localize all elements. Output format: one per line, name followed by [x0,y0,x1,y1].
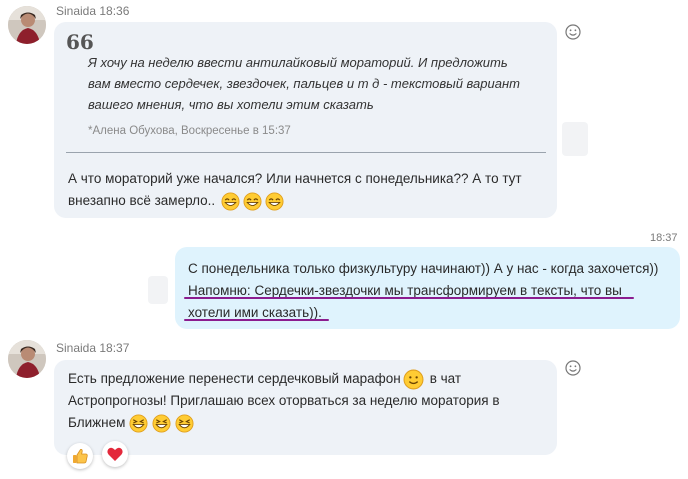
message-text: Есть предложение перенести сердечковый м… [68,368,553,434]
laughing-emoji-icon [175,413,194,433]
thumbs-up-reaction[interactable] [67,443,93,469]
add-reaction-smile-icon[interactable] [565,360,581,381]
thumbs-up-icon [73,449,88,464]
message-line: Есть предложение перенести сердечковый м… [68,368,553,390]
quote-icon: 66 [66,30,94,54]
heart-reaction[interactable] [102,441,128,467]
heart-icon [107,447,123,461]
add-reaction-smile-icon[interactable] [565,24,581,45]
smiling-emoji-icon [403,369,424,389]
quote-divider [66,152,546,153]
quote-author: *Алена Обухова, Воскресенье в 15:37 [88,125,291,137]
message-line: внезапно всё замерло.. [68,190,553,212]
message-bubble[interactable]: 66 Я хочу на неделю ввести антилайковый … [54,22,557,218]
message-line: Астропрогнозы! Приглашаю всех оторваться… [68,393,500,408]
sender-name: Sinaida [56,4,97,18]
sender-header: Sinaida 18:37 [56,341,129,355]
message-line: С понедельника только физкультуру начина… [188,261,659,276]
sender-header: Sinaida 18:36 [56,4,129,18]
hover-placeholder [148,276,168,304]
message-time: 18:37 [99,341,130,355]
grinning-emoji-icon [243,191,262,211]
highlight-underline [184,319,329,321]
message-line: Ближнем [68,412,553,434]
message-time: 18:37 [650,232,678,244]
message-line-text: внезапно всё замерло.. [68,193,216,208]
avatar[interactable] [8,6,46,44]
avatar[interactable] [8,340,46,378]
message-text: С понедельника только физкультуру начина… [188,258,678,324]
message-time: 18:36 [99,4,130,18]
sender-name: Sinaida [56,341,97,355]
quote-text: Я хочу на неделю ввести антилайковый мор… [88,55,520,112]
grinning-emoji-icon [265,191,284,211]
message-line: А что мораторий уже начался? Или начнетс… [68,171,522,186]
laughing-emoji-icon [129,413,148,433]
message-line-text: Ближнем [68,415,126,430]
message-text: А что мораторий уже начался? Или начнетс… [68,168,553,212]
message-bubble[interactable]: Есть предложение перенести сердечковый м… [54,360,557,455]
grinning-emoji-icon [221,191,240,211]
message-line-text: в чат [429,371,462,386]
highlight-underline [184,297,634,299]
hover-placeholder [562,122,588,156]
laughing-emoji-icon [152,413,171,433]
message-bubble[interactable]: С понедельника только физкультуру начина… [175,247,680,329]
message-line-text: Есть предложение перенести сердечковый м… [68,371,401,386]
